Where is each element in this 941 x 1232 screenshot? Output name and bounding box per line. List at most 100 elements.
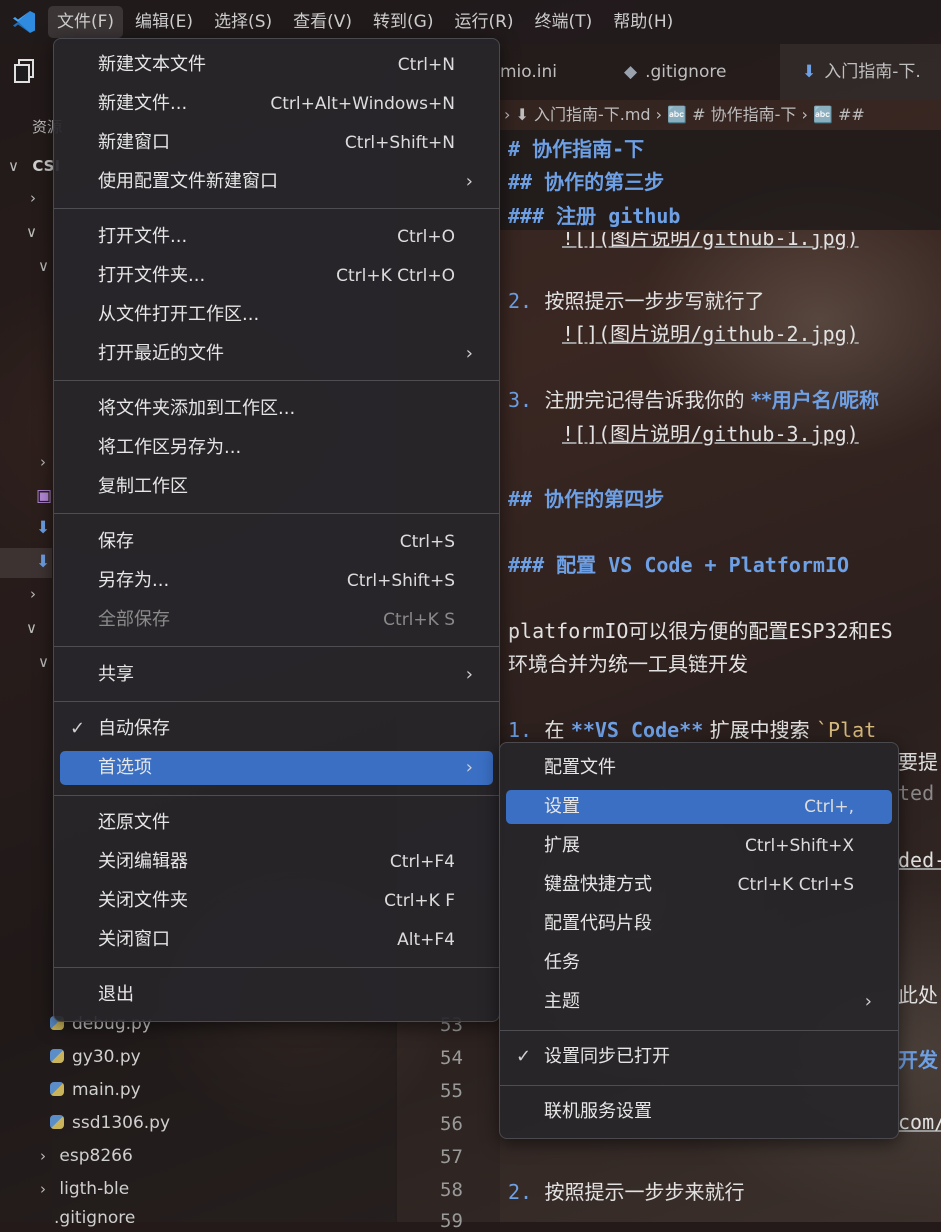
editor-tabbar: mio.ini ◆ .gitignore ⬇ 入门指南-下. [500, 44, 941, 100]
tab-getting-started[interactable]: ⬇ 入门指南-下. [780, 44, 941, 100]
menu-item-preferences[interactable]: 首选项 › [60, 751, 493, 785]
editor-line: 环境合并为统一工具链开发 [508, 652, 748, 676]
tab-label: 入门指南-下. [824, 62, 921, 82]
menu-item-share[interactable]: 共享 › [60, 658, 493, 692]
python-file-icon [50, 1115, 64, 1129]
tab-label: mio.ini [500, 62, 558, 82]
menu-item-profiles[interactable]: 配置文件 [506, 751, 892, 785]
menu-item-online-services[interactable]: 联机服务设置 [506, 1095, 892, 1129]
editor-fragment: 要提 [898, 750, 938, 774]
file-menu: 新建文本文件 Ctrl+N 新建文件... Ctrl+Alt+Windows+N 新… [53, 38, 500, 1022]
menu-item-configure-snippets[interactable]: 配置代码片段 [506, 907, 892, 941]
line-number: 54 [440, 1047, 463, 1069]
menu-item-tasks[interactable]: 任务 [506, 946, 892, 980]
menu-item-auto-save[interactable]: ✓ 自动保存 [60, 712, 493, 746]
menu-edit[interactable]: 编辑(E) [126, 6, 202, 38]
folder-row[interactable]: › esp8266 [40, 1146, 133, 1166]
editor-fragment: ded- [898, 848, 941, 872]
line-number: 56 [440, 1113, 463, 1135]
menu-item-keyboard-shortcuts[interactable]: 键盘快捷方式 Ctrl+K Ctrl+S [506, 868, 892, 902]
editor-fragment: 开发 [898, 1048, 938, 1072]
menu-item-new-window[interactable]: 新建窗口 Ctrl+Shift+N [60, 126, 493, 160]
checkmark-icon: ✓ [70, 718, 86, 739]
list-text: 按照提示一步步写就行了 [544, 289, 765, 313]
selected-file-row[interactable]: ⬇ [0, 548, 52, 578]
menu-item-close-window[interactable]: 关闭窗口 Alt+F4 [60, 923, 493, 957]
menu-item-revert-file[interactable]: 还原文件 [60, 806, 493, 840]
menu-item-new-text-file[interactable]: 新建文本文件 Ctrl+N [60, 48, 493, 82]
list-item[interactable]: .gitignore [54, 1208, 135, 1228]
file-label: ssd1306.py [72, 1113, 171, 1133]
sticky-heading-2[interactable]: ## 协作的第三步 [508, 166, 664, 195]
menu-item-settings[interactable]: 设置 Ctrl+, [506, 790, 892, 824]
menu-run[interactable]: 运行(R) [445, 6, 522, 38]
menu-item-close-editor[interactable]: 关闭编辑器 Ctrl+F4 [60, 845, 493, 879]
chevron-down-icon[interactable]: ∨ [26, 222, 37, 242]
menu-item-settings-sync[interactable]: ✓ 设置同步已打开 [506, 1040, 892, 1074]
chevron-down-icon: ∨ [8, 157, 19, 175]
menu-selection[interactable]: 选择(S) [205, 6, 281, 38]
menu-item-open-recent[interactable]: 打开最近的文件 › [60, 337, 493, 371]
sticky-heading-1[interactable]: # 协作指南-下 [508, 133, 644, 162]
menu-item-add-folder-workspace[interactable]: 将文件夹添加到工作区... [60, 392, 493, 426]
python-file-icon [50, 1082, 64, 1096]
menu-view[interactable]: 查看(V) [284, 6, 361, 38]
list-number: 2. [508, 289, 533, 313]
menu-item-new-window-profile[interactable]: 使用配置文件新建窗口 › [60, 165, 493, 199]
menu-item-open-file[interactable]: 打开文件... Ctrl+O [60, 220, 493, 254]
chevron-down-icon[interactable]: ∨ [38, 652, 49, 672]
menu-item-extensions[interactable]: 扩展 Ctrl+Shift+X [506, 829, 892, 863]
list-item[interactable]: gy30.py [50, 1047, 141, 1067]
chevron-down-icon[interactable]: ∨ [38, 256, 49, 276]
menu-goto[interactable]: 转到(G) [364, 6, 442, 38]
editor-fragment: 此处 [898, 983, 938, 1007]
editor-line: platformIO可以很方便的配置ESP32和ES [508, 615, 893, 644]
chevron-right-icon: › [465, 171, 473, 192]
image-file-icon: ▣ [36, 486, 53, 506]
list-item[interactable]: main.py [50, 1080, 141, 1100]
menu-item-exit[interactable]: 退出 [60, 978, 493, 1012]
editor-line: 2. 按照提示一步步来就行 [508, 1176, 744, 1205]
menu-item-close-folder[interactable]: 关闭文件夹 Ctrl+K F [60, 884, 493, 918]
editor-line: ![](图片说明/github-2.jpg) [562, 322, 859, 346]
sticky-heading-3[interactable]: ### 注册 github [508, 200, 680, 229]
file-label: main.py [72, 1080, 141, 1100]
editor-fragment: ted [898, 781, 935, 805]
preferences-submenu: 配置文件 设置 Ctrl+, 扩展 Ctrl+Shift+X 键盘快捷方式 Ctrl+… [499, 742, 899, 1139]
list-number: 1. [508, 718, 533, 742]
markdown-file-icon: ⬇ [802, 62, 817, 82]
menu-item-save-workspace-as[interactable]: 将工作区另存为... [60, 431, 493, 465]
editor-fragment: com/ [898, 1110, 941, 1134]
menu-separator [500, 1030, 898, 1031]
chevron-right-icon: › [40, 1180, 46, 1198]
menu-help[interactable]: 帮助(H) [604, 6, 682, 38]
vscode-logo-icon [0, 0, 48, 44]
menu-item-save-as[interactable]: 另存为... Ctrl+Shift+S [60, 564, 493, 598]
chevron-right-icon: › [864, 991, 872, 1012]
chevron-right-icon[interactable]: › [40, 452, 46, 472]
menu-separator [54, 701, 499, 702]
list-item[interactable]: ssd1306.py [50, 1113, 170, 1133]
menu-separator [54, 513, 499, 514]
menu-separator [500, 1085, 898, 1086]
chevron-right-icon[interactable]: › [30, 584, 36, 604]
menu-separator [54, 795, 499, 796]
chevron-right-icon[interactable]: › [30, 188, 36, 208]
menu-item-save[interactable]: 保存 Ctrl+S [60, 525, 493, 559]
menu-file[interactable]: 文件(F) [48, 6, 124, 38]
menu-item-new-file[interactable]: 新建文件... Ctrl+Alt+Windows+N [60, 87, 493, 121]
tab-gitignore[interactable]: ◆ .gitignore [602, 44, 778, 100]
menu-terminal[interactable]: 终端(T) [526, 6, 602, 38]
chevron-down-icon[interactable]: ∨ [26, 618, 37, 638]
menu-item-themes[interactable]: 主题 › [506, 985, 892, 1019]
tab-platformio-ini[interactable]: mio.ini [500, 44, 600, 100]
menu-item-duplicate-workspace[interactable]: 复制工作区 [60, 470, 493, 504]
menu-item-open-workspace[interactable]: 从文件打开工作区... [60, 298, 493, 332]
chevron-right-icon: › [465, 757, 473, 778]
list-text: 扩展中搜索 [703, 718, 816, 742]
folder-row[interactable]: › ligth-ble [40, 1179, 129, 1199]
explorer-icon[interactable] [13, 58, 37, 88]
tab-label: .gitignore [645, 62, 727, 82]
breadcrumb[interactable]: › ⬇ 入门指南-下.md › 🔤 # 协作指南-下 › 🔤 ## [500, 100, 941, 130]
menu-item-open-folder[interactable]: 打开文件夹... Ctrl+K Ctrl+O [60, 259, 493, 293]
